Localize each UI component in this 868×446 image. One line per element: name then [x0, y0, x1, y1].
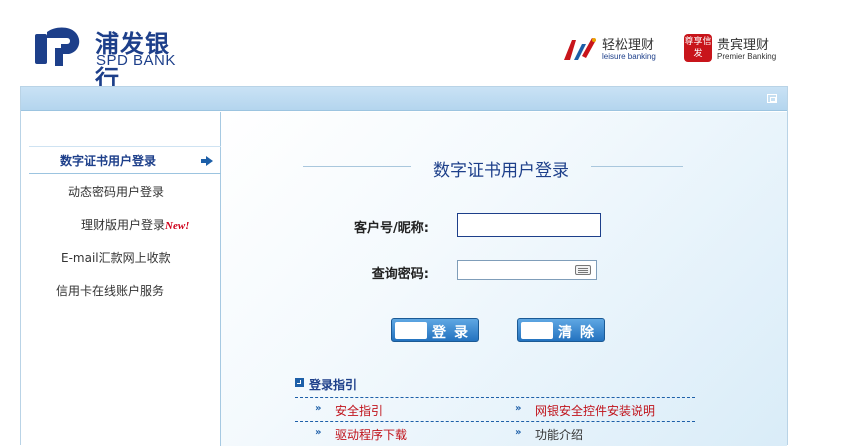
driver-download-link[interactable]: 驱动程序下载	[335, 426, 407, 443]
sidebar-item-dynamic-password-login[interactable]: 动态密码用户登录	[21, 180, 221, 204]
premier-banking-brand[interactable]: 尊享信发 贵宾理财 Premier Banking	[684, 32, 784, 68]
guide-row: » 驱动程序下载 » 功能介绍	[295, 421, 695, 443]
window-toggle-icon[interactable]	[767, 94, 777, 103]
login-button[interactable]: 登录	[391, 318, 479, 342]
leisure-banking-icon	[564, 38, 596, 60]
sidebar-item-label: 数字证书用户登录	[60, 154, 157, 168]
password-label: 查询密码:	[371, 267, 429, 282]
spd-logo-icon	[35, 27, 80, 66]
sidebar-item-label: 信用卡在线账户服务	[56, 284, 165, 298]
leisure-logo-icon	[395, 322, 427, 339]
sidebar-item-email-remittance[interactable]: E-mail汇款网上收款	[21, 246, 221, 270]
customer-id-input[interactable]	[457, 213, 601, 237]
sidebar-item-label: E-mail汇款网上收款	[61, 251, 171, 265]
main-content: 数字证书用户登录 客户号/昵称: 查询密码: 登录 清除 登录指引 » 安全指引…	[221, 112, 787, 446]
feature-intro-link[interactable]: 功能介绍	[535, 426, 583, 443]
password-field[interactable]	[457, 260, 597, 280]
double-arrow-icon: »	[515, 427, 522, 438]
guide-icon	[295, 378, 304, 387]
sidebar: 数字证书用户登录 动态密码用户登录 理财版用户登录New! E-mail汇款网上…	[21, 112, 221, 446]
logo-english-name: SPD BANK	[96, 52, 176, 69]
arrow-right-icon	[201, 156, 213, 166]
leisure-banking-en: leisure banking	[602, 52, 656, 61]
clear-button[interactable]: 清除	[517, 318, 605, 342]
title-divider-right	[591, 166, 683, 167]
login-button-label: 登录	[432, 324, 476, 340]
spd-bank-logo[interactable]: 浦发银行 SPD BANK	[33, 24, 193, 93]
panel-title-bar	[21, 87, 787, 111]
double-arrow-icon: »	[515, 403, 522, 414]
double-arrow-icon: »	[315, 403, 322, 414]
premier-banking-cn: 贵宾理财	[717, 38, 770, 53]
premier-seal-icon: 尊享信发	[684, 34, 712, 62]
virtual-keyboard-icon[interactable]	[575, 265, 591, 275]
guide-row: » 安全指引 » 网银安全控件安装说明	[295, 397, 695, 419]
customer-id-label: 客户号/昵称:	[354, 221, 429, 236]
double-arrow-icon: »	[315, 427, 322, 438]
page-title: 数字证书用户登录	[433, 161, 569, 181]
header: 浦发银行 SPD BANK 轻松理财 leisure banking 尊享信发 …	[0, 0, 868, 93]
premier-banking-en: Premier Banking	[717, 52, 777, 61]
clear-button-label: 清除	[558, 324, 602, 340]
leisure-banking-cn: 轻松理财	[602, 38, 655, 53]
login-guide-title: 登录指引	[309, 378, 358, 392]
sidebar-item-label: 动态密码用户登录	[68, 185, 165, 199]
sidebar-item-label: 理财版用户登录	[81, 218, 166, 232]
new-badge: New!	[165, 220, 190, 232]
login-panel: 数字证书用户登录 动态密码用户登录 理财版用户登录New! E-mail汇款网上…	[20, 86, 788, 446]
security-control-guide-link[interactable]: 网银安全控件安装说明	[535, 402, 655, 419]
sidebar-item-wealth-login[interactable]: 理财版用户登录New!	[21, 213, 221, 237]
sidebar-item-certificate-login[interactable]: 数字证书用户登录	[29, 146, 221, 174]
leisure-logo-icon	[521, 322, 553, 339]
sidebar-item-credit-card-service[interactable]: 信用卡在线账户服务	[21, 279, 221, 303]
safety-guide-link[interactable]: 安全指引	[335, 402, 383, 419]
title-divider-left	[303, 166, 411, 167]
leisure-banking-brand[interactable]: 轻松理财 leisure banking	[560, 32, 672, 68]
